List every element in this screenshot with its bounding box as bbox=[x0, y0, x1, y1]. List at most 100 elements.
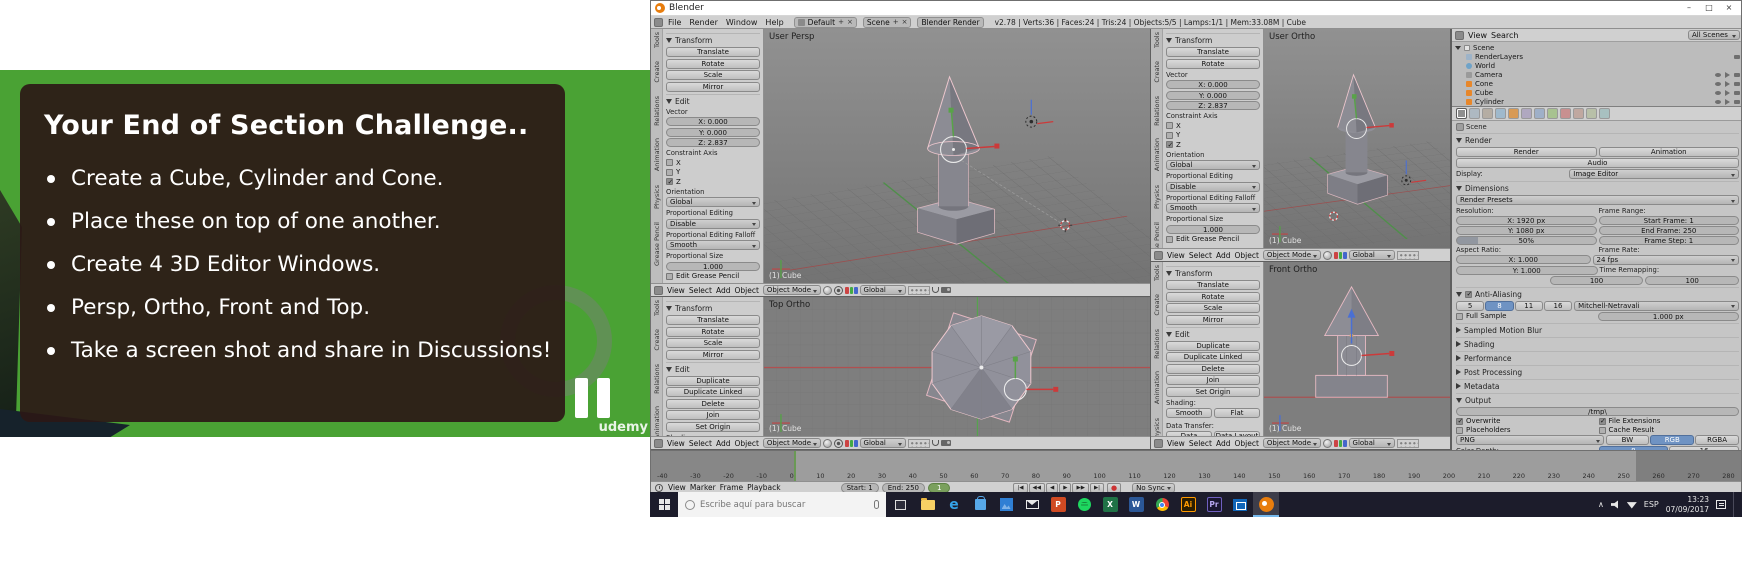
transform-button[interactable]: Mirror bbox=[666, 349, 760, 360]
transform-button[interactable]: Translate bbox=[666, 315, 760, 325]
outliner-row-scene[interactable]: Scene bbox=[1452, 43, 1741, 52]
output-panel-header[interactable]: Output bbox=[1456, 392, 1739, 405]
toolshelf-tab[interactable]: Tools bbox=[1153, 32, 1161, 48]
toolshelf-tab[interactable]: Relations bbox=[1153, 96, 1161, 126]
editor-type-icon[interactable] bbox=[1455, 30, 1464, 40]
sync-dropdown[interactable]: No Sync bbox=[1132, 482, 1175, 493]
proportional-size-field[interactable]: 1.000 bbox=[1166, 224, 1260, 234]
viewport-menu-item[interactable]: View bbox=[1165, 251, 1187, 260]
remap-new-field[interactable]: 100 bbox=[1645, 275, 1740, 285]
outliner-menu-item[interactable]: View bbox=[1466, 31, 1489, 40]
transport-button[interactable]: ▶▶ bbox=[1072, 482, 1089, 493]
taskbar-app-excel[interactable]: X bbox=[1097, 492, 1123, 517]
menu-item[interactable]: Render bbox=[685, 18, 721, 27]
manipulator-icons[interactable] bbox=[845, 286, 858, 294]
layers-widget[interactable] bbox=[907, 285, 930, 295]
restrict-render-icon[interactable] bbox=[1734, 81, 1740, 86]
vector-x-field[interactable]: X: 0.000 bbox=[1166, 80, 1260, 89]
transform-button[interactable]: Scale bbox=[666, 70, 760, 80]
transform-button[interactable]: Scale bbox=[666, 338, 760, 348]
viewport-shading-icon[interactable] bbox=[1323, 250, 1333, 260]
timeline-editor-icon[interactable] bbox=[655, 483, 663, 492]
outliner-row-renderlayers[interactable]: RenderLayers bbox=[1452, 52, 1741, 61]
tab-texture-icon[interactable] bbox=[1573, 108, 1584, 119]
edit-button[interactable]: Delete bbox=[1166, 363, 1260, 374]
cache-result-checkbox[interactable]: Cache Result bbox=[1598, 426, 1740, 434]
collapsed-panel-header[interactable]: Shading bbox=[1456, 336, 1739, 349]
transform-panel-header[interactable]: Transform bbox=[1166, 33, 1260, 45]
outliner-scope-dropdown[interactable]: All Scenes bbox=[1688, 30, 1740, 40]
resolution-x-field[interactable]: X: 1920 px bbox=[1456, 215, 1597, 225]
manipulator-icons[interactable] bbox=[1334, 251, 1347, 259]
vector-y-field[interactable]: Y: 0.000 bbox=[666, 127, 760, 137]
restrict-render-icon[interactable] bbox=[1734, 72, 1740, 77]
search-input[interactable] bbox=[700, 499, 869, 510]
pivot-point-icon[interactable] bbox=[834, 438, 844, 448]
toolshelf-tab[interactable]: Animation bbox=[653, 138, 661, 171]
transport-button[interactable]: ◀◀ bbox=[1028, 482, 1046, 493]
viewport-menu-item[interactable]: Select bbox=[687, 286, 714, 295]
frame-rate-dropdown[interactable]: 24 fps bbox=[1592, 254, 1739, 265]
aa-filter-dropdown[interactable]: Mitchell-Netravali bbox=[1574, 300, 1739, 311]
toolshelf-tab[interactable]: Create bbox=[1153, 61, 1161, 83]
minimize-button[interactable]: – bbox=[1679, 1, 1699, 15]
interaction-mode-dropdown[interactable]: Object Mode bbox=[1262, 438, 1322, 448]
manipulator-icons[interactable] bbox=[845, 439, 858, 447]
axis-z-checkbox[interactable]: Z bbox=[666, 178, 760, 186]
viewport-menu-item[interactable]: Add bbox=[1214, 439, 1233, 448]
toolshelf-tab[interactable]: Create bbox=[653, 61, 661, 83]
viewport-menu-item[interactable]: Add bbox=[714, 439, 733, 448]
aa-samples-5-button[interactable]: 5 bbox=[1456, 300, 1485, 311]
viewport-menu-item[interactable]: Select bbox=[1187, 251, 1214, 260]
rgb-button[interactable]: RGB bbox=[1650, 435, 1695, 445]
viewport-menu-item[interactable]: View bbox=[665, 286, 687, 295]
add-icon[interactable]: + bbox=[838, 18, 844, 26]
aspect-y-field[interactable]: Y: 1.000 bbox=[1456, 265, 1598, 275]
edit-button[interactable]: Set Origin bbox=[666, 421, 760, 432]
edit-panel-header[interactable]: Edit bbox=[666, 93, 760, 106]
taskbar-app-illustrator[interactable]: Ai bbox=[1175, 492, 1201, 517]
collapsed-panel-header[interactable]: Post Processing bbox=[1456, 364, 1739, 377]
pivot-point-icon[interactable] bbox=[834, 285, 844, 295]
outliner-row-cube[interactable]: Cube bbox=[1452, 88, 1741, 97]
toolshelf-tab[interactable]: Relations bbox=[1153, 329, 1161, 359]
transform-button[interactable]: Mirror bbox=[1166, 314, 1260, 325]
remap-old-field[interactable]: 100 bbox=[1549, 275, 1644, 285]
tab-world-icon[interactable] bbox=[1495, 108, 1506, 119]
end-frame-field[interactable]: End: 250 bbox=[881, 482, 925, 493]
toolshelf-tab[interactable]: Tools bbox=[1153, 265, 1161, 281]
transport-button[interactable]: ▶ bbox=[1059, 482, 1072, 493]
collapsed-panel-header[interactable]: Performance bbox=[1456, 350, 1739, 363]
file-extensions-checkbox[interactable]: File Extensions bbox=[1598, 417, 1740, 425]
editor-type-icon[interactable] bbox=[1154, 438, 1163, 448]
outliner-row-world[interactable]: World bbox=[1452, 61, 1741, 70]
resolution-percentage-field[interactable]: 50% bbox=[1456, 235, 1597, 245]
start-frame-field[interactable]: Start Frame: 1 bbox=[1598, 215, 1739, 225]
transform-orientation-dropdown[interactable]: Global bbox=[1348, 438, 1395, 448]
transform-button[interactable]: Translate bbox=[1166, 280, 1260, 290]
edit-button[interactable]: Set Origin bbox=[1166, 386, 1260, 397]
timeline-menu-item[interactable]: Playback bbox=[745, 483, 782, 492]
axis-x-checkbox[interactable]: X bbox=[1166, 122, 1260, 130]
edit-button[interactable]: Delete bbox=[666, 398, 760, 409]
tab-object-data-icon[interactable] bbox=[1547, 108, 1558, 119]
transform-button[interactable]: Mirror bbox=[666, 81, 760, 92]
edit-button[interactable]: Duplicate Linked bbox=[666, 387, 760, 397]
end-frame-field[interactable]: End Frame: 250 bbox=[1598, 225, 1739, 235]
outliner-row-cylinder[interactable]: Cylinder bbox=[1452, 97, 1741, 106]
axis-y-checkbox[interactable]: Y bbox=[1166, 131, 1260, 139]
viewport-shading-icon[interactable] bbox=[1323, 438, 1333, 448]
opengl-render-icon[interactable] bbox=[940, 440, 951, 446]
shading-smooth-button[interactable]: Smooth bbox=[1166, 408, 1212, 418]
selectability-icon[interactable] bbox=[1725, 80, 1730, 87]
current-frame-field[interactable]: 1 bbox=[927, 482, 951, 493]
tab-object-icon[interactable] bbox=[1508, 108, 1519, 119]
viewport-menu-item[interactable]: View bbox=[665, 439, 687, 448]
orientation-dropdown[interactable]: Global bbox=[1166, 160, 1260, 170]
transform-button[interactable]: Rotate bbox=[1166, 58, 1260, 69]
tab-material-icon[interactable] bbox=[1560, 108, 1571, 119]
output-path-field[interactable]: /tmp\ bbox=[1456, 406, 1739, 416]
snap-icon[interactable] bbox=[931, 287, 939, 293]
taskbar-app-store[interactable] bbox=[967, 492, 993, 517]
clock[interactable]: 13:23 07/09/2017 bbox=[1666, 495, 1709, 515]
